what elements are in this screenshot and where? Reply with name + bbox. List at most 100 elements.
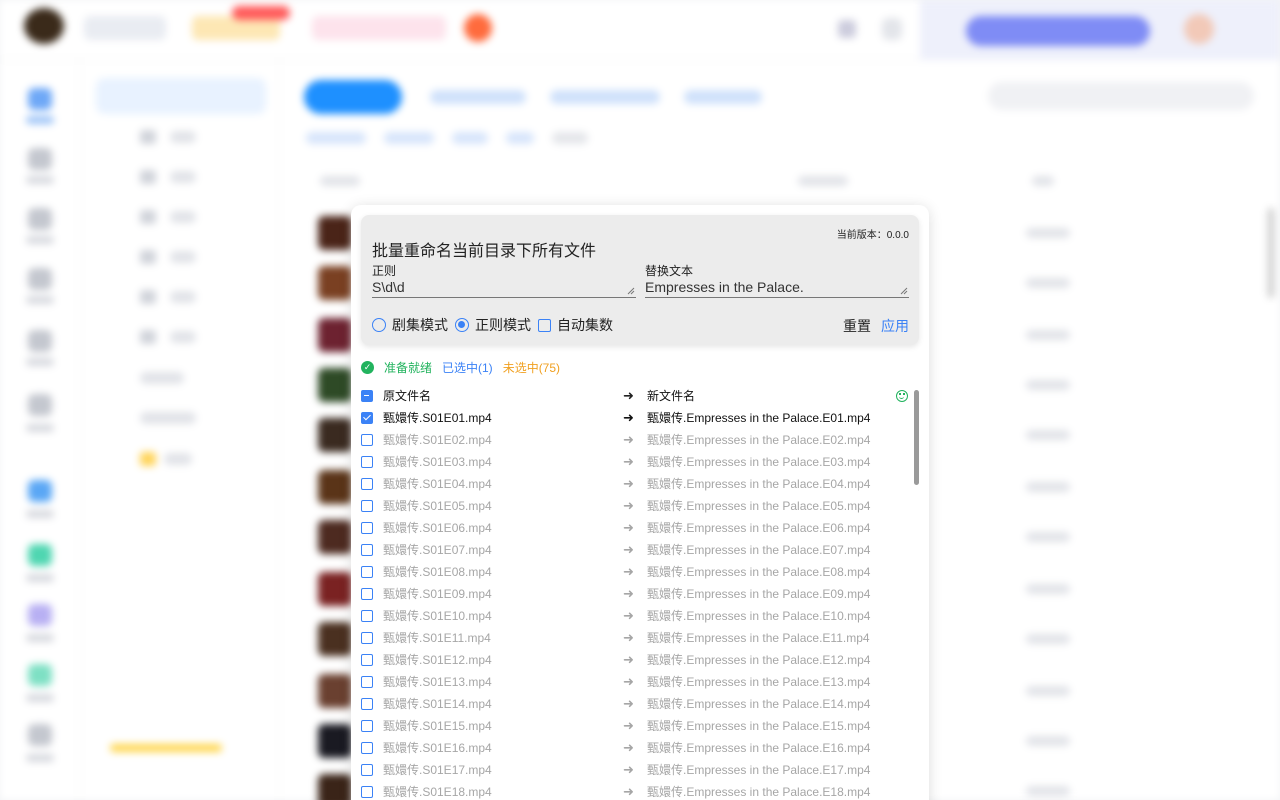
list-item[interactable]: 甄嬛传.S01E09.mp4 ➜ 甄嬛传.Empresses in the Pala… (351, 583, 911, 605)
selected-count[interactable]: 已选中(1) (442, 359, 493, 376)
original-file-name: 甄嬛传.S01E08.mp4 (383, 565, 492, 579)
file-checkbox[interactable] (361, 456, 373, 468)
status-ready: 准备就绪 (384, 360, 433, 375)
list-item[interactable]: 甄嬛传.S01E07.mp4 ➜ 甄嬛传.Empresses in the Pala… (351, 539, 911, 561)
main-scrollbar (1268, 208, 1274, 298)
file-checkbox[interactable] (361, 434, 373, 446)
breadcrumb (452, 132, 488, 144)
nav-label (140, 372, 184, 384)
rail-icon (28, 208, 52, 230)
original-file-name: 甄嬛传.S01E17.mp4 (383, 763, 492, 777)
mode-selector: 剧集模式 正则模式 自动集数 (372, 316, 620, 334)
toolbar-item (684, 90, 762, 104)
file-checkbox[interactable] (361, 566, 373, 578)
arrow-right-icon: ➜ (623, 498, 634, 513)
list-item[interactable]: 甄嬛传.S01E06.mp4 ➜ 甄嬛传.Empresses in the Pala… (351, 517, 911, 539)
list-item[interactable]: 甄嬛传.S01E04.mp4 ➜ 甄嬛传.Empresses in the Pala… (351, 473, 911, 495)
arrow-right-icon: ➜ (623, 674, 634, 689)
top-pill-1 (84, 16, 166, 40)
arrow-right-icon: ➜ (623, 520, 634, 535)
rail-label (26, 694, 54, 702)
original-file-name: 甄嬛传.S01E16.mp4 (383, 741, 492, 755)
nav-label (170, 171, 196, 183)
list-item[interactable]: 甄嬛传.S01E01.mp4 ➜ 甄嬛传.Empresses in the Pala… (351, 407, 911, 429)
icon-rail (0, 60, 80, 800)
file-thumb (318, 418, 352, 452)
new-file-name: 甄嬛传.Empresses in the Palace.E08.mp4 (647, 565, 871, 579)
list-item[interactable]: 甄嬛传.S01E05.mp4 ➜ 甄嬛传.Empresses in the Pala… (351, 495, 911, 517)
nav-label (170, 131, 196, 143)
original-file-name: 甄嬛传.S01E04.mp4 (383, 477, 492, 491)
episode-mode-label[interactable]: 剧集模式 (392, 315, 448, 335)
new-file-name: 甄嬛传.Empresses in the Palace.E09.mp4 (647, 587, 871, 601)
arrow-right-icon: ➜ (623, 586, 634, 601)
file-checkbox[interactable] (361, 412, 373, 424)
list-item[interactable]: 甄嬛传.S01E13.mp4 ➜ 甄嬛传.Empresses in the Pala… (351, 671, 911, 693)
resize-grip-icon[interactable] (900, 287, 908, 295)
nav-icon (140, 290, 156, 304)
breadcrumb (552, 132, 588, 144)
resize-grip-icon[interactable] (627, 287, 635, 295)
list-item[interactable]: 甄嬛传.S01E15.mp4 ➜ 甄嬛传.Empresses in the Pala… (351, 715, 911, 737)
file-checkbox[interactable] (361, 522, 373, 534)
episode-mode-radio[interactable] (372, 318, 386, 332)
list-item[interactable]: 甄嬛传.S01E16.mp4 ➜ 甄嬛传.Empresses in the Pala… (351, 737, 911, 759)
replace-input[interactable]: Empresses in the Palace. (645, 274, 909, 298)
file-thumb (318, 674, 352, 708)
list-item[interactable]: 甄嬛传.S01E12.mp4 ➜ 甄嬛传.Empresses in the Pala… (351, 649, 911, 671)
list-item[interactable]: 甄嬛传.S01E08.mp4 ➜ 甄嬛传.Empresses in the Pala… (351, 561, 911, 583)
file-checkbox[interactable] (361, 588, 373, 600)
file-checkbox[interactable] (361, 720, 373, 732)
auto-episode-checkbox[interactable] (538, 318, 551, 332)
unselected-count[interactable]: 未选中(75) (503, 359, 560, 376)
file-thumb (318, 774, 352, 800)
file-checkbox[interactable] (361, 544, 373, 556)
file-checkbox[interactable] (361, 632, 373, 644)
version-label: 当前版本：0.0.0 (836, 230, 909, 241)
arrow-right-icon: ➜ (623, 388, 634, 403)
apply-button[interactable]: 应用 (881, 316, 909, 336)
list-item[interactable]: 甄嬛传.S01E17.mp4 ➜ 甄嬛传.Empresses in the Pala… (351, 759, 911, 781)
rail-label (26, 176, 54, 184)
regex-mode-radio[interactable] (455, 318, 469, 332)
new-file-name: 甄嬛传.Empresses in the Palace.E14.mp4 (647, 697, 871, 711)
list-item[interactable]: 甄嬛传.S01E02.mp4 ➜ 甄嬛传.Empresses in the Pala… (351, 429, 911, 451)
file-checkbox[interactable] (361, 500, 373, 512)
file-checkbox[interactable] (361, 742, 373, 754)
avatar (1184, 14, 1214, 44)
select-all-checkbox[interactable] (361, 390, 373, 402)
file-checkbox[interactable] (361, 764, 373, 776)
upload-button (304, 80, 402, 114)
rail-label (26, 574, 54, 582)
file-size (1026, 634, 1070, 644)
nav-label (170, 211, 196, 223)
nav-label (170, 251, 196, 263)
rail-icon (28, 268, 52, 290)
nav-column (80, 60, 280, 800)
file-checkbox[interactable] (361, 676, 373, 688)
list-item[interactable]: 甄嬛传.S01E03.mp4 ➜ 甄嬛传.Empresses in the Pala… (351, 451, 911, 473)
file-size (1026, 330, 1070, 340)
file-checkbox[interactable] (361, 698, 373, 710)
list-item[interactable]: 甄嬛传.S01E14.mp4 ➜ 甄嬛传.Empresses in the Pala… (351, 693, 911, 715)
auto-episode-label[interactable]: 自动集数 (557, 315, 613, 335)
reset-button[interactable]: 重置 (843, 316, 871, 336)
file-checkbox[interactable] (361, 654, 373, 666)
list-item[interactable]: 甄嬛传.S01E11.mp4 ➜ 甄嬛传.Empresses in the Pala… (351, 627, 911, 649)
file-size (1026, 686, 1070, 696)
original-file-name: 甄嬛传.S01E01.mp4 (383, 411, 492, 425)
original-file-name: 甄嬛传.S01E07.mp4 (383, 543, 492, 557)
list-item[interactable]: 甄嬛传.S01E18.mp4 ➜ 甄嬛传.Empresses in the Pala… (351, 781, 911, 800)
original-file-name: 甄嬛传.S01E03.mp4 (383, 455, 492, 469)
list-item[interactable]: 甄嬛传.S01E10.mp4 ➜ 甄嬛传.Empresses in the Pala… (351, 605, 911, 627)
list-scrollbar[interactable] (914, 390, 919, 485)
original-file-name: 甄嬛传.S01E09.mp4 (383, 587, 492, 601)
smile-icon[interactable] (896, 390, 908, 402)
regex-mode-label[interactable]: 正则模式 (475, 315, 531, 335)
original-file-name: 甄嬛传.S01E14.mp4 (383, 697, 492, 711)
regex-input[interactable]: S\d\d (372, 274, 636, 298)
file-checkbox[interactable] (361, 786, 373, 798)
file-checkbox[interactable] (361, 610, 373, 622)
file-size (1026, 278, 1070, 288)
file-checkbox[interactable] (361, 478, 373, 490)
